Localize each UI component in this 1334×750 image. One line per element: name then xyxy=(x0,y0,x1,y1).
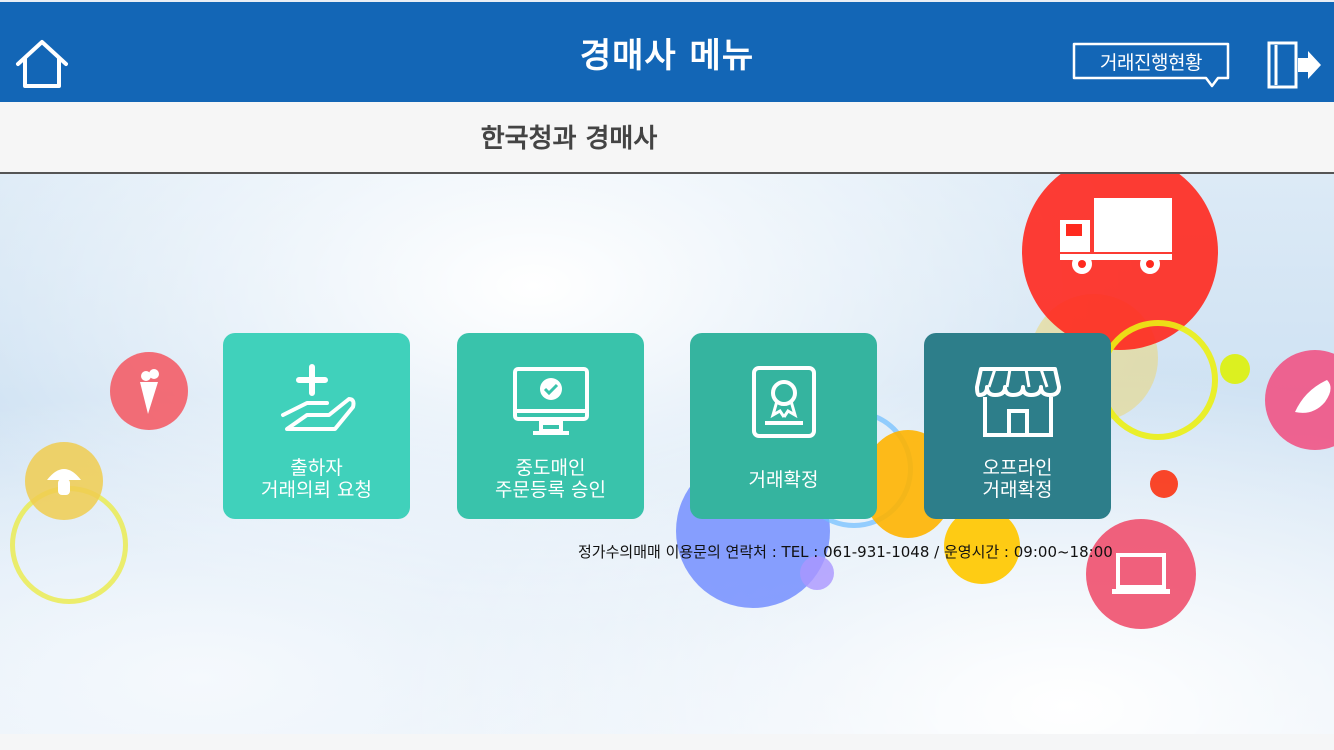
laptop-icon xyxy=(1112,553,1170,594)
sub-header: 한국청과 경매사 xyxy=(0,102,1334,174)
mushroom-icon xyxy=(47,469,81,495)
contact-info: 정가수의매매 이용문의 연락처 : TEL : 061-931-1048 / 운… xyxy=(578,543,1113,561)
footer-strip xyxy=(0,734,1334,750)
eggplant-icon xyxy=(1295,380,1331,413)
menu-order-approval[interactable]: 중도매인 주문등록 승인 xyxy=(457,333,644,519)
truck-icon xyxy=(1060,198,1172,274)
truck-circle xyxy=(1022,174,1218,350)
eggplant-circle xyxy=(1265,350,1334,450)
carrot-icon xyxy=(140,369,159,414)
menu-label-line2: 주문등록 승인 xyxy=(495,479,606,501)
small-red-circle xyxy=(1150,470,1178,498)
menu-label-line2: 거래의뢰 요청 xyxy=(261,479,372,501)
yellow-ring-right xyxy=(1098,320,1218,440)
store-icon xyxy=(974,367,1061,437)
small-yellow-dot xyxy=(1220,354,1250,384)
menu-label-line1: 출하자 xyxy=(290,457,343,479)
exit-icon xyxy=(1267,41,1321,89)
monitor-check-icon xyxy=(512,367,589,435)
menu-label-line2: 거래확정 xyxy=(982,479,1053,501)
trade-status-button[interactable]: 거래진행현황 xyxy=(1072,42,1230,88)
menu-offline-trade-confirm[interactable]: 오프라인 거래확정 xyxy=(924,333,1111,519)
menu-shipper-request[interactable]: 출하자 거래의뢰 요청 xyxy=(223,333,410,519)
company-title: 한국청과 경매사 xyxy=(480,124,658,154)
menu-label-line1: 중도매인 xyxy=(515,457,586,479)
menu-label-line1: 거래확정 xyxy=(748,469,819,491)
carrot-circle xyxy=(110,352,188,430)
menu-label-line1: 오프라인 xyxy=(982,457,1053,479)
exit-button[interactable] xyxy=(1266,40,1322,90)
top-header: 경매사 메뉴 거래진행현황 xyxy=(0,0,1334,102)
mushroom-circle xyxy=(25,442,103,520)
certificate-icon xyxy=(751,366,816,438)
main-background: 출하자 거래의뢰 요청 중도매인 주문등록 승인 거래확정 오프라인 거래확정 … xyxy=(0,174,1334,734)
trade-status-label: 거래진행현황 xyxy=(1100,52,1202,74)
menu-trade-confirm[interactable]: 거래확정 xyxy=(690,333,877,519)
laptop-circle xyxy=(1086,519,1196,629)
hand-plus-icon xyxy=(280,364,355,431)
